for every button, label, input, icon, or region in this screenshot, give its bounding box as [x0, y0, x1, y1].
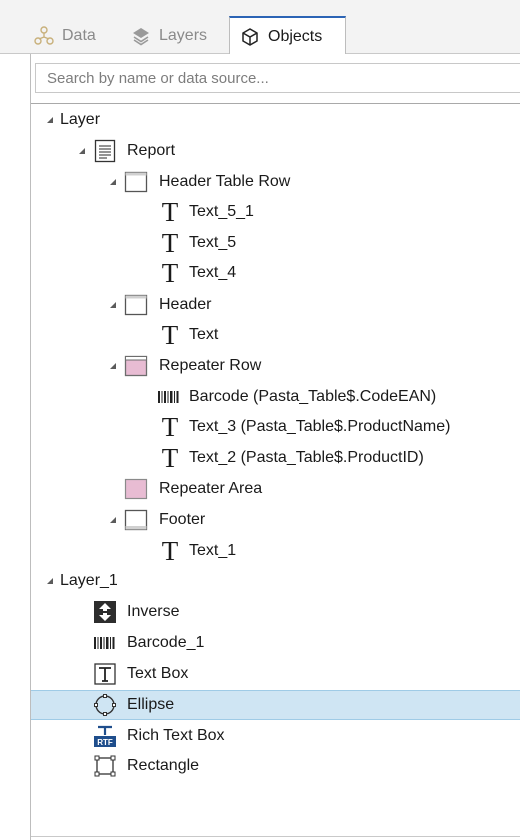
tree-item-layer-1[interactable]: Layer_1	[31, 566, 520, 596]
tree-item-barcode[interactable]: Barcode (Pasta_Table$.CodeEAN)	[31, 382, 520, 412]
rich-text-icon: RTF	[93, 724, 117, 748]
tab-objects[interactable]: Objects	[229, 16, 346, 55]
tree-item-label: Inverse	[127, 603, 180, 620]
band-icon	[124, 293, 148, 317]
tab-strip: Data Layers Objects	[0, 0, 520, 55]
footer-icon	[124, 508, 148, 532]
tab-data[interactable]: Data	[34, 18, 96, 54]
objects-panel-window: Data Layers Objects Search by name or da…	[0, 0, 520, 840]
tree-item-layer[interactable]: Layer	[31, 105, 520, 135]
tree-item-label: Text_4	[189, 264, 237, 281]
expand-triangle-icon[interactable]	[108, 300, 118, 310]
report-icon	[93, 139, 117, 163]
tree-item-label: Text_1	[189, 542, 237, 559]
tree-item-repeater-area[interactable]: Repeater Area	[31, 474, 520, 504]
tree-item-ellipse[interactable]: Ellipse	[31, 690, 520, 720]
layers-icon	[131, 26, 151, 46]
tree-item-text-4[interactable]: T Text_4	[31, 258, 520, 288]
tab-layers-label: Layers	[159, 27, 208, 44]
tree-item-label: Layer	[60, 111, 101, 128]
tab-data-label: Data	[62, 27, 96, 44]
expand-triangle-icon[interactable]	[77, 146, 87, 156]
panel-bottom-border	[31, 836, 520, 837]
tree-item-repeater-row[interactable]: Repeater Row	[31, 351, 520, 381]
text-icon: T	[161, 443, 179, 473]
tree-item-barcode-1[interactable]: Barcode_1	[31, 628, 520, 658]
svg-text:RTF: RTF	[97, 738, 113, 747]
tree-item-text-5[interactable]: T Text_5	[31, 228, 520, 258]
tree-item-rectangle[interactable]: Rectangle	[31, 751, 520, 781]
tab-layers[interactable]: Layers	[131, 18, 207, 54]
objects-icon	[240, 27, 260, 47]
expand-triangle-icon[interactable]	[45, 576, 55, 586]
tree-item-label: Rectangle	[127, 757, 200, 774]
tree-item-label: Text_5	[189, 234, 237, 251]
textbox-icon	[93, 662, 117, 686]
tree-item-text[interactable]: T Text	[31, 320, 520, 350]
tree-item-text-box[interactable]: Text Box	[31, 659, 520, 689]
inverse-icon	[93, 600, 117, 624]
tree-item-text-3[interactable]: T Text_3 (Pasta_Table$.ProductName)	[31, 412, 520, 442]
tree-item-footer[interactable]: Footer	[31, 505, 520, 535]
text-icon: T	[161, 258, 179, 288]
tree-item-rich-text-box[interactable]: RTF Rich Text Box	[31, 721, 520, 751]
tree-item-label: Footer	[159, 511, 206, 528]
tree-item-label: Report	[127, 142, 176, 159]
tree-item-label: Text_2 (Pasta_Table$.ProductID)	[189, 449, 424, 466]
barcode-icon	[157, 385, 181, 409]
tree-item-label: Barcode (Pasta_Table$.CodeEAN)	[189, 388, 437, 405]
tree-item-text-5-1[interactable]: T Text_5_1	[31, 197, 520, 227]
object-tree: Layer Report Header Table Row T Text_5_1…	[31, 54, 520, 840]
tree-item-label: Repeater Area	[159, 480, 263, 497]
expand-triangle-icon[interactable]	[108, 515, 118, 525]
tree-item-header-table-row[interactable]: Header Table Row	[31, 167, 520, 197]
tree-item-label: Header	[159, 296, 212, 313]
band-icon	[124, 170, 148, 194]
tree-item-label: Text_5_1	[189, 203, 254, 220]
tree-item-label: Ellipse	[127, 696, 175, 713]
tree-item-label: Rich Text Box	[127, 727, 225, 744]
tree-item-label: Barcode_1	[127, 634, 205, 651]
expand-triangle-icon[interactable]	[108, 177, 118, 187]
tree-item-label: Header Table Row	[159, 173, 291, 190]
tab-objects-label: Objects	[268, 27, 323, 45]
tree-item-label: Text Box	[127, 665, 189, 682]
tree-item-header[interactable]: Header	[31, 290, 520, 320]
repeater-row-icon	[124, 354, 148, 378]
text-icon: T	[161, 412, 179, 442]
data-icon	[34, 26, 54, 46]
tree-item-report[interactable]: Report	[31, 136, 520, 166]
barcode-icon	[93, 631, 117, 655]
tree-item-label: Layer_1	[60, 572, 118, 589]
tree-item-text-2[interactable]: T Text_2 (Pasta_Table$.ProductID)	[31, 443, 520, 473]
tree-item-inverse[interactable]: Inverse	[31, 597, 520, 627]
tree-item-label: Repeater Row	[159, 357, 262, 374]
tree-item-label: Text_3 (Pasta_Table$.ProductName)	[189, 418, 451, 435]
expand-triangle-icon[interactable]	[45, 115, 55, 125]
expand-triangle-icon[interactable]	[108, 361, 118, 371]
tree-item-text-1[interactable]: T Text_1	[31, 536, 520, 566]
text-icon: T	[161, 197, 179, 227]
ellipse-icon	[93, 693, 117, 717]
text-icon: T	[161, 320, 179, 350]
text-icon: T	[161, 536, 179, 566]
repeater-area-icon	[124, 477, 148, 501]
text-icon: T	[161, 228, 179, 258]
tree-item-label: Text	[189, 326, 219, 343]
rectangle-icon	[93, 754, 117, 778]
objects-panel: Layer Report	[30, 54, 520, 840]
